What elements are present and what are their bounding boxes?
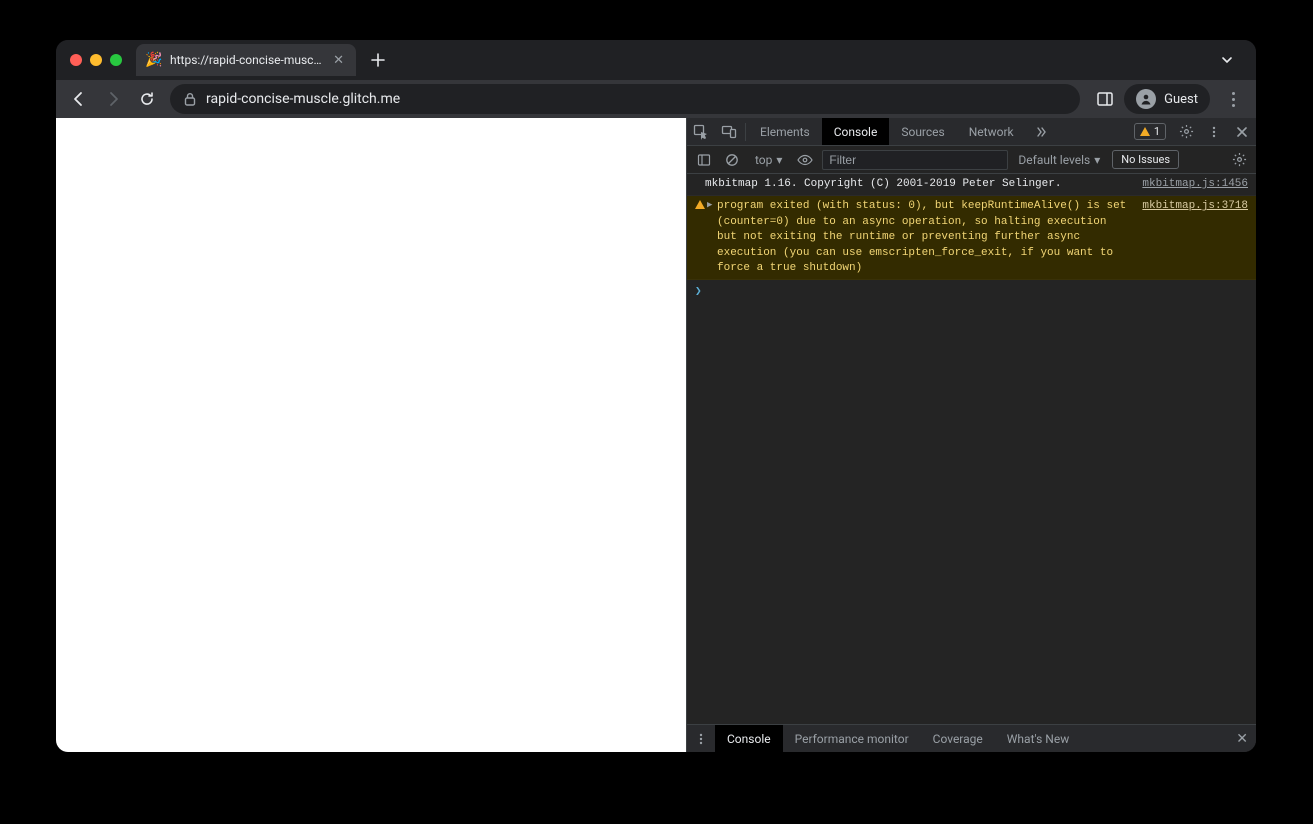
clear-console-button[interactable]: [721, 149, 743, 171]
main-menu-button[interactable]: [1218, 92, 1248, 107]
browser-window: 🎉 https://rapid-concise-muscle.g ✕ rapid…: [56, 40, 1256, 752]
devtools-panel: Elements Console Sources Network 1: [686, 118, 1256, 752]
drawer-tab-console[interactable]: Console: [715, 725, 783, 752]
warnings-count: 1: [1154, 125, 1160, 138]
tab-search-button[interactable]: [1212, 49, 1242, 71]
back-button[interactable]: [64, 84, 94, 114]
window-controls: [70, 54, 122, 66]
forward-button[interactable]: [98, 84, 128, 114]
devtools-menu-button[interactable]: [1200, 118, 1228, 146]
devtools-close-button[interactable]: [1228, 118, 1256, 146]
console-prompt[interactable]: ❯: [687, 280, 1256, 301]
console-settings-button[interactable]: [1228, 149, 1250, 171]
new-tab-button[interactable]: [364, 46, 392, 74]
console-body[interactable]: mkbitmap 1.16. Copyright (C) 2001-2019 P…: [687, 174, 1256, 724]
devtools-settings-button[interactable]: [1172, 118, 1200, 146]
issues-button[interactable]: No Issues: [1112, 150, 1179, 169]
console-log-message: mkbitmap 1.16. Copyright (C) 2001-2019 P…: [705, 177, 1130, 192]
browser-tab[interactable]: 🎉 https://rapid-concise-muscle.g ✕: [136, 44, 356, 76]
live-expression-button[interactable]: [794, 149, 816, 171]
lock-icon: [184, 92, 196, 106]
side-panel-button[interactable]: [1090, 84, 1120, 114]
close-window-button[interactable]: [70, 54, 82, 66]
close-tab-button[interactable]: ✕: [331, 52, 346, 69]
console-filter-input[interactable]: [822, 150, 1008, 170]
drawer-close-button[interactable]: ✕: [1228, 731, 1256, 747]
drawer-tab-coverage[interactable]: Coverage: [921, 725, 995, 752]
drawer-tab-whatsnew[interactable]: What's New: [995, 725, 1081, 752]
warning-icon: [1140, 127, 1150, 136]
console-log-source-link[interactable]: mkbitmap.js:3718: [1142, 199, 1248, 276]
console-sidebar-toggle[interactable]: [693, 149, 715, 171]
console-warning-row: ▶ program exited (with status: 0), but k…: [687, 196, 1256, 280]
log-levels-selector[interactable]: Default levels▾: [1018, 153, 1100, 167]
devtools-tabs: Elements Console Sources Network 1: [687, 118, 1256, 146]
tab-sources[interactable]: Sources: [889, 118, 956, 145]
titlebar: 🎉 https://rapid-concise-muscle.g ✕: [56, 40, 1256, 80]
expand-arrow-icon[interactable]: ▶: [707, 199, 712, 212]
device-toolbar-button[interactable]: [715, 118, 743, 146]
warnings-badge[interactable]: 1: [1134, 123, 1166, 140]
favicon-icon: 🎉: [146, 52, 162, 68]
maximize-window-button[interactable]: [110, 54, 122, 66]
omnibox[interactable]: rapid-concise-muscle.glitch.me: [170, 84, 1080, 114]
url-text: rapid-concise-muscle.glitch.me: [206, 91, 400, 107]
console-log-message: program exited (with status: 0), but kee…: [717, 199, 1130, 276]
profile-button[interactable]: Guest: [1124, 84, 1210, 114]
profile-label: Guest: [1164, 92, 1198, 107]
devtools-drawer: Console Performance monitor Coverage Wha…: [687, 724, 1256, 752]
drawer-tab-performance[interactable]: Performance monitor: [783, 725, 921, 752]
more-tabs-button[interactable]: [1026, 118, 1054, 146]
drawer-menu-button[interactable]: [687, 725, 715, 753]
tab-network[interactable]: Network: [957, 118, 1026, 145]
console-log-source-link[interactable]: mkbitmap.js:1456: [1142, 177, 1248, 192]
content-area: Elements Console Sources Network 1: [56, 118, 1256, 752]
inspect-element-button[interactable]: [687, 118, 715, 146]
tab-title: https://rapid-concise-muscle.g: [170, 53, 323, 67]
tab-console[interactable]: Console: [822, 118, 890, 145]
prompt-chevron-icon: ❯: [695, 284, 702, 297]
console-toolbar: top ▾ Default levels▾ No Issues: [687, 146, 1256, 174]
web-page[interactable]: [56, 118, 686, 752]
execution-context-selector[interactable]: top ▾: [749, 153, 788, 167]
avatar-icon: [1136, 89, 1156, 109]
reload-button[interactable]: [132, 84, 162, 114]
minimize-window-button[interactable]: [90, 54, 102, 66]
console-log-row: mkbitmap 1.16. Copyright (C) 2001-2019 P…: [687, 174, 1256, 196]
toolbar: rapid-concise-muscle.glitch.me Guest: [56, 80, 1256, 118]
tab-elements[interactable]: Elements: [748, 118, 822, 145]
